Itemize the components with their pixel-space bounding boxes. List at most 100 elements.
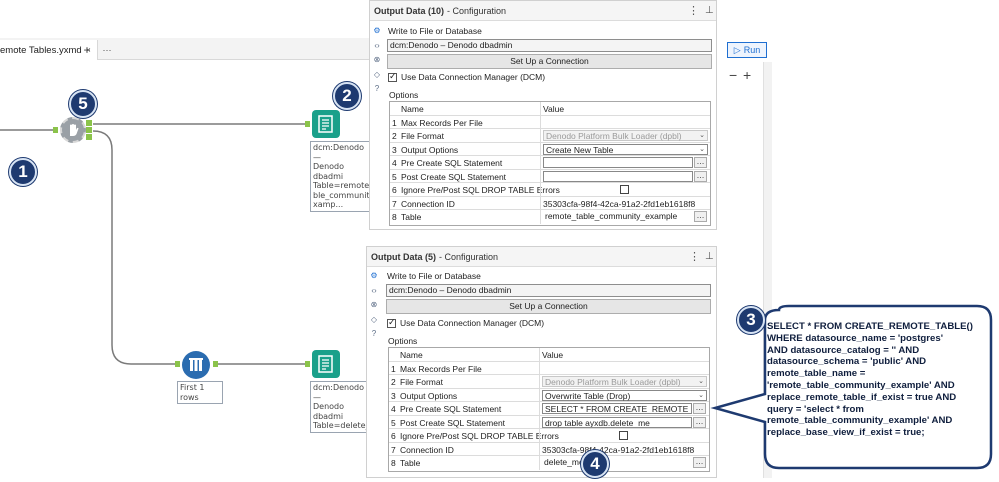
option-name: Post Create SQL Statement	[400, 417, 506, 428]
output-options-select[interactable]: Overwrite Table (Drop) ⌄	[542, 389, 707, 401]
table-row: 5 Post Create SQL Statement …	[390, 169, 710, 183]
sql-line: AND datasource_catalog = '' AND	[767, 344, 920, 356]
option-name: Output Options	[400, 390, 458, 401]
step-badge-3: 3	[737, 306, 765, 334]
input-anchor[interactable]	[305, 121, 310, 127]
input-anchor[interactable]	[53, 127, 58, 133]
help-icon[interactable]: ?	[369, 329, 379, 339]
table-row: 3 Output Options Overwrite Table (Drop) ⌄	[389, 388, 709, 402]
row-number: 5	[392, 171, 397, 182]
zoom-out-button[interactable]: −	[729, 67, 737, 83]
row-number: 7	[392, 198, 397, 209]
option-name: Post Create SQL Statement	[401, 171, 507, 182]
output-options-select[interactable]: Create New Table ⌄	[543, 143, 708, 155]
setup-connection-button[interactable]: Set Up a Connection	[387, 54, 712, 69]
setup-connection-button[interactable]: Set Up a Connection	[386, 299, 711, 314]
output-anchor[interactable]	[86, 134, 92, 140]
input-anchor[interactable]	[175, 361, 180, 367]
options-grid: Name Value 1 Max Records Per File 2 File F…	[388, 347, 710, 472]
output-data-icon	[318, 115, 333, 133]
chevron-down-icon: ⌄	[699, 145, 705, 153]
option-name: Output Options	[401, 144, 459, 155]
max-records-input[interactable]	[542, 362, 707, 374]
post-sql-input[interactable]	[543, 170, 693, 182]
table-row: 6 Ignore Pre/Post SQL DROP TABLE Errors	[389, 429, 709, 443]
pre-sql-input[interactable]: SELECT * FROM CREATE_REMOTE_TA...	[542, 403, 692, 414]
panel-subtitle: - Configuration	[439, 251, 499, 262]
table-row: 8 Table remote_table_community_example…	[390, 210, 710, 224]
annotation-line: Table=delete_me	[313, 421, 383, 430]
run-label: Run	[743, 45, 761, 55]
row-number: 6	[391, 431, 396, 441]
sql-callout-text: SELECT * FROM CREATE_REMOTE_TABLE() WHER…	[767, 321, 993, 439]
step-badge-2: 2	[333, 82, 361, 110]
block-until-done-tool[interactable]	[60, 117, 86, 143]
more-options-icon[interactable]: ⋮	[689, 250, 700, 263]
panel-side-icons: ⚙ ‹› ⊗ ◇ ?	[370, 26, 384, 99]
sql-line: remote_table_community_example' AND	[767, 415, 953, 427]
dcm-checkbox-row[interactable]: Use Data Connection Manager (DCM)	[387, 317, 544, 328]
annotation-icon[interactable]: ⊗	[372, 55, 382, 65]
input-anchor[interactable]	[305, 361, 310, 367]
pin-icon[interactable]: ⊥	[705, 251, 714, 262]
sql-line: replace_base_view_if_exist = true;	[767, 427, 925, 439]
more-options-icon[interactable]: ⋮	[688, 4, 699, 17]
output-anchor[interactable]	[86, 120, 92, 126]
table-row: 4 Pre Create SQL Statement…	[390, 156, 710, 170]
ellipsis-button[interactable]: …	[693, 457, 706, 468]
output-anchor[interactable]	[86, 127, 92, 133]
file-format-select: Denodo Platform Bulk Loader (dpbl) ⌄	[543, 130, 708, 141]
connection-field[interactable]: dcm:Denodo – Denodo dbadmin	[387, 39, 712, 52]
sql-line: query = 'select * from	[767, 403, 864, 415]
ignore-errors-checkbox[interactable]	[620, 185, 629, 194]
connection-field[interactable]: dcm:Denodo – Denodo dbadmin	[386, 284, 711, 297]
output-data-tool[interactable]	[312, 110, 340, 138]
table-row: 2 File Format Denodo Platform Bulk Loader …	[389, 375, 709, 389]
connector-line	[92, 130, 180, 365]
row-number: 2	[391, 377, 396, 387]
table-input[interactable]: remote_table_community_example	[543, 211, 693, 222]
post-sql-input[interactable]: drop table ayxdb.delete_me	[542, 416, 692, 428]
row-number: 3	[391, 390, 396, 401]
pin-icon[interactable]: ⊥	[705, 5, 714, 16]
sample-tool[interactable]	[182, 351, 210, 379]
column-header-name: Name	[401, 104, 424, 114]
dcm-checkbox-row[interactable]: Use Data Connection Manager (DCM)	[388, 71, 545, 82]
sql-line: 'remote_table_community_example' AND	[767, 379, 955, 391]
ellipsis-button[interactable]: …	[694, 211, 707, 222]
option-name: Pre Create SQL Statement	[401, 158, 503, 168]
annotation-line: dcm:Denodo —	[313, 143, 364, 162]
table-input[interactable]: delete_me	[542, 457, 692, 468]
option-name: File Format	[400, 377, 443, 387]
ellipsis-button[interactable]: …	[693, 403, 706, 414]
output-data-tool[interactable]	[312, 350, 340, 378]
panel-title: Output Data (5)	[371, 251, 436, 262]
annotation-line: Denodo dbadmi	[313, 402, 345, 421]
help-icon[interactable]: ?	[372, 84, 382, 94]
sql-line: WHERE datasource_name = 'postgres'	[767, 332, 943, 344]
code-icon[interactable]: ‹›	[372, 41, 382, 51]
table-row: 7 Connection ID 35303cfa-98f4-42ca-91a2-2f…	[390, 196, 710, 210]
tag-icon[interactable]: ◇	[372, 70, 382, 80]
ellipsis-button[interactable]: …	[693, 416, 706, 428]
tag-icon[interactable]: ◇	[369, 315, 379, 325]
gear-icon[interactable]: ⚙	[372, 26, 382, 36]
dcm-checkbox[interactable]	[387, 317, 396, 328]
output-data-icon	[318, 355, 333, 373]
max-records-input[interactable]	[543, 116, 708, 128]
ellipsis-button[interactable]: …	[694, 170, 707, 182]
code-icon[interactable]: ‹›	[369, 286, 379, 296]
dcm-checkbox[interactable]	[388, 71, 397, 82]
row-number: 8	[391, 458, 396, 468]
output-anchor[interactable]	[213, 361, 218, 367]
gear-icon[interactable]: ⚙	[369, 271, 379, 281]
zoom-in-button[interactable]: +	[743, 67, 751, 83]
pre-sql-input[interactable]	[543, 157, 693, 168]
annotation-icon[interactable]: ⊗	[369, 300, 379, 310]
ignore-errors-checkbox[interactable]	[619, 431, 628, 440]
ellipsis-button[interactable]: …	[694, 157, 707, 168]
chevron-down-icon: ⌄	[699, 132, 705, 139]
table-row: 2 File Format Denodo Platform Bulk Loader …	[390, 129, 710, 143]
annotation-line: ble_community_	[313, 190, 379, 200]
run-button[interactable]: ▷ Run	[727, 42, 767, 58]
